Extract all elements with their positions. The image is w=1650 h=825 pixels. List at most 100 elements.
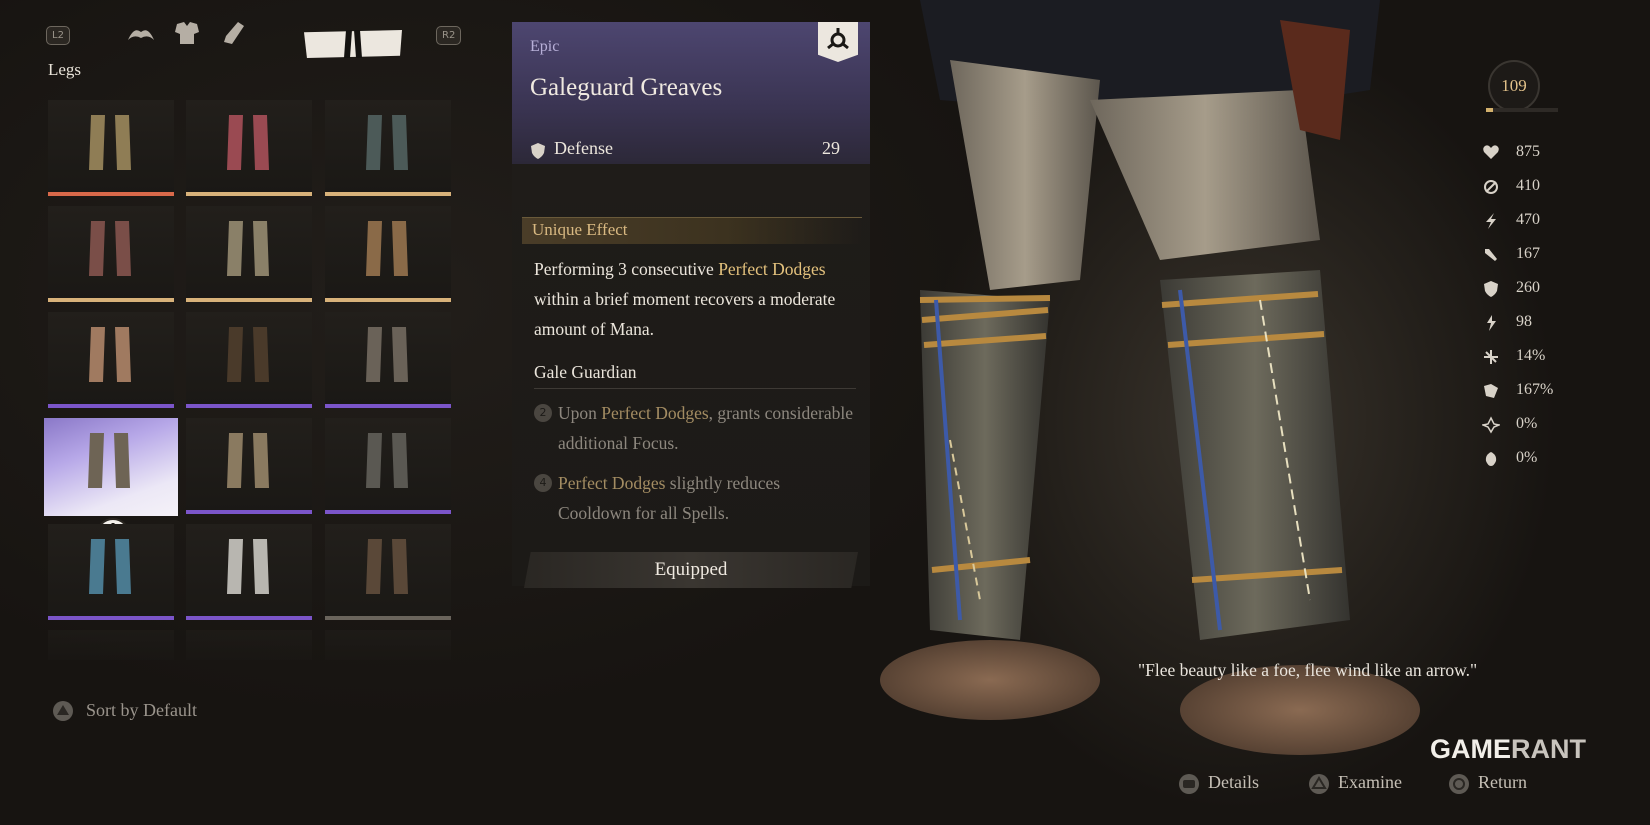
set-bonus-4: 4 Perfect Dodges slightly reduces Cooldo… [534, 468, 856, 528]
inventory-slot[interactable] [325, 312, 451, 408]
category-label: Legs [48, 60, 82, 79]
inventory-slot[interactable] [186, 418, 312, 514]
crit-chance-icon [1484, 350, 1498, 364]
xp-fill [1486, 108, 1494, 112]
rarity-bar [325, 616, 451, 620]
stat-value: 875 [1516, 143, 1540, 160]
defense-value: 29 [822, 138, 840, 158]
rarity-bar [48, 298, 174, 302]
horns-icon[interactable] [126, 18, 156, 48]
inventory-slot[interactable] [48, 524, 174, 620]
defense-stat-row: Defense 29 [530, 136, 852, 167]
stat-attack: 167 [1478, 242, 1578, 270]
player-level: 109 [1488, 60, 1540, 112]
greaves-thumbnail [366, 327, 408, 382]
greaves-thumbnail [227, 327, 269, 382]
inventory-slot[interactable] [186, 630, 312, 660]
triangle-button-icon [53, 701, 73, 721]
stat-crit-chance: 14% [1478, 344, 1578, 372]
rarity-bar [186, 298, 312, 302]
mana-icon [1484, 180, 1498, 194]
unique-effect-description: Performing 3 consecutive Perfect Dodges … [534, 254, 854, 344]
greaves-thumbnail [227, 433, 269, 488]
equipped-button[interactable]: Equipped [524, 552, 858, 588]
crit-icon [1487, 315, 1496, 331]
rarity-bar [186, 510, 312, 514]
sort-control[interactable]: Sort by Default [52, 700, 197, 721]
greaves-thumbnail [366, 221, 408, 276]
unique-effect-title: Unique Effect [532, 220, 628, 239]
examine-hint[interactable]: Examine [1309, 772, 1402, 794]
bonus-highlight: Perfect Dodges [601, 403, 709, 423]
greaves-thumbnail [89, 115, 131, 170]
inventory-slot[interactable] [48, 206, 174, 302]
logo-text: GAME [1430, 734, 1511, 764]
set-piece-count: 2 [534, 404, 552, 422]
stat-defense: 260 [1478, 276, 1578, 304]
circle-button-icon [1449, 774, 1469, 794]
inventory-slot[interactable] [186, 524, 312, 620]
inventory-slot-selected[interactable] [44, 418, 178, 516]
inventory-slot[interactable] [325, 630, 451, 660]
l2-button-hint[interactable]: L2 [46, 26, 70, 45]
details-hint[interactable]: Details [1179, 772, 1259, 794]
inventory-slot[interactable] [186, 206, 312, 302]
stat-stamina: 470 [1478, 208, 1578, 236]
character-legs-preview [880, 0, 1420, 755]
rarity-bar [186, 404, 312, 408]
attack-icon [1485, 249, 1497, 261]
controller-hints: Details Examine Return [1178, 772, 1608, 798]
stat-value: 98 [1516, 313, 1532, 330]
bonus-highlight: Perfect Dodges [558, 473, 666, 493]
stat-value: 14% [1516, 347, 1546, 364]
greaves-thumbnail [366, 539, 408, 594]
bonus-text: Upon [558, 403, 602, 423]
arm-armor-icon[interactable] [218, 18, 248, 48]
greaves-thumbnail [227, 539, 269, 594]
resist-icon [1482, 416, 1500, 434]
chest-armor-icon[interactable] [172, 18, 202, 48]
rarity-bar [48, 616, 174, 620]
gamerant-logo: GAMERANT [1430, 734, 1586, 765]
heart-icon [1483, 145, 1499, 159]
stat-damage-bonus: 0% [1478, 446, 1578, 474]
stat-value: 0% [1516, 449, 1538, 466]
inventory-slot[interactable] [48, 100, 174, 196]
crit-damage-icon [1484, 384, 1498, 398]
return-hint[interactable]: Return [1449, 772, 1527, 794]
sort-label: Sort by Default [86, 700, 197, 720]
rarity-bar [325, 192, 451, 196]
r2-button-hint[interactable]: R2 [436, 26, 462, 45]
inventory-slot[interactable] [48, 312, 174, 408]
item-name: Galeguard Greaves [530, 74, 723, 101]
inventory-slot[interactable] [48, 630, 174, 660]
rarity-bar [186, 192, 312, 196]
inventory-slot[interactable] [325, 206, 451, 302]
stat-value: 260 [1516, 279, 1540, 296]
stat-value: 167 [1516, 245, 1540, 262]
item-quote: "Flee beauty like a foe, flee wind like … [1138, 660, 1478, 680]
hint-label: Details [1208, 772, 1259, 792]
rarity-bar [325, 510, 451, 514]
desc-text: within a brief moment recovers a moderat… [534, 289, 836, 339]
item-detail-panel: Epic Galeguard Greaves Defense 29 Unique… [512, 22, 870, 588]
hint-label: Return [1478, 772, 1527, 792]
set-emblem-icon [818, 22, 858, 62]
inventory-slot[interactable] [325, 100, 451, 196]
damage-bonus-icon [1485, 452, 1497, 466]
logo-text: RANT [1511, 734, 1586, 764]
greaves-thumbnail [227, 221, 269, 276]
rarity-bar [325, 298, 451, 302]
xp-bar [1486, 108, 1558, 112]
stat-value: 470 [1516, 211, 1540, 228]
desc-text: Performing 3 consecutive [534, 259, 719, 279]
inventory-slot[interactable] [186, 100, 312, 196]
inventory-slot[interactable] [325, 524, 451, 620]
touchpad-button-icon [1179, 774, 1199, 794]
defense-label: Defense [554, 138, 613, 158]
rarity-bar [48, 404, 174, 408]
set-piece-count: 4 [534, 474, 552, 492]
hint-label: Examine [1338, 772, 1402, 792]
inventory-slot[interactable] [325, 418, 451, 514]
inventory-slot[interactable] [186, 312, 312, 408]
